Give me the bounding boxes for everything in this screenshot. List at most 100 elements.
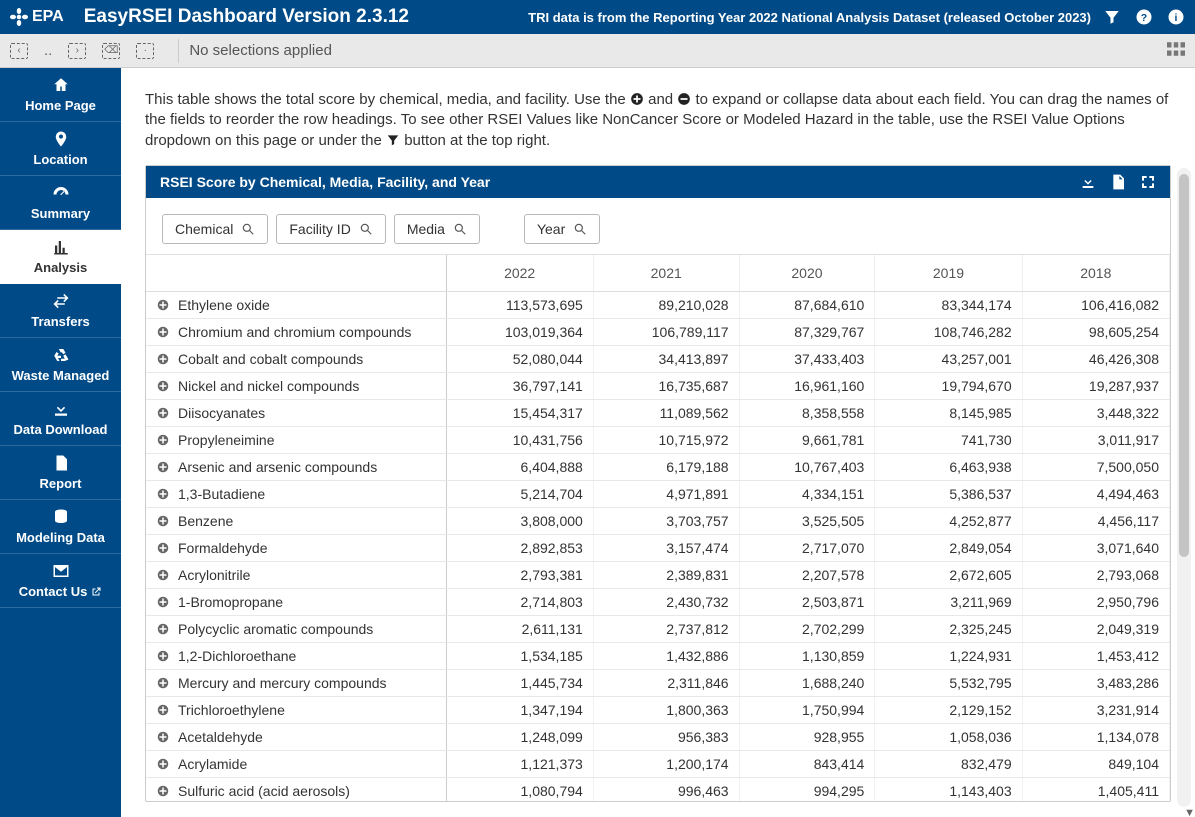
year-header[interactable]: 2022	[446, 255, 593, 292]
expand-icon[interactable]	[156, 730, 170, 744]
year-header[interactable]: 2020	[739, 255, 875, 292]
export-icon[interactable]	[1110, 174, 1126, 190]
minus-circle-icon	[677, 92, 691, 106]
dim-button-media[interactable]: Media	[394, 214, 480, 244]
ellipsis-icon[interactable]: ..	[44, 42, 52, 59]
expand-icon[interactable]	[156, 433, 170, 447]
help-icon[interactable]: ?	[1135, 8, 1153, 26]
value-cell: 1,445,734	[446, 669, 593, 696]
year-header[interactable]: 2019	[875, 255, 1022, 292]
expand-icon[interactable]	[156, 757, 170, 771]
sidebar-item-report[interactable]: Report	[0, 446, 121, 500]
chemical-cell[interactable]: Nickel and nickel compounds	[146, 372, 446, 399]
chemical-cell[interactable]: Acetaldehyde	[146, 723, 446, 750]
chemical-name: Cobalt and cobalt compounds	[178, 351, 363, 367]
sidebar-item-waste[interactable]: Waste Managed	[0, 338, 121, 392]
expand-icon[interactable]	[156, 784, 170, 798]
chemical-cell[interactable]: 1-Bromopropane	[146, 588, 446, 615]
expand-icon[interactable]	[156, 514, 170, 528]
step-forward-icon[interactable]: ›	[68, 43, 86, 59]
sidebar-item-modeling[interactable]: Modeling Data	[0, 500, 121, 554]
sidebar-item-label: Analysis	[34, 260, 87, 275]
value-cell: 4,971,891	[593, 480, 739, 507]
value-cell: 3,011,917	[1022, 426, 1169, 453]
chemical-cell[interactable]: Diisocyanates	[146, 399, 446, 426]
value-cell: 19,794,670	[875, 372, 1022, 399]
layout-grid-icon[interactable]	[1167, 42, 1185, 60]
chemical-cell[interactable]: Benzene	[146, 507, 446, 534]
chemical-cell[interactable]: Sulfuric acid (acid aerosols)	[146, 777, 446, 801]
pivot-panel: RSEI Score by Chemical, Media, Facility,…	[145, 165, 1171, 802]
expand-icon[interactable]	[156, 406, 170, 420]
scrollbar-thumb[interactable]	[1179, 174, 1189, 557]
value-cell: 2,793,381	[446, 561, 593, 588]
table-row: 1,3-Butadiene5,214,7044,971,8914,334,151…	[146, 480, 1170, 507]
dim-button-chemical[interactable]: Chemical	[162, 214, 268, 244]
table-row: Sulfuric acid (acid aerosols)1,080,79499…	[146, 777, 1170, 801]
chemical-cell[interactable]: Chromium and chromium compounds	[146, 318, 446, 345]
expand-icon[interactable]	[156, 460, 170, 474]
clear-all-icon[interactable]: ⌫	[102, 43, 120, 59]
expand-icon[interactable]	[156, 541, 170, 555]
sidebar-item-analysis[interactable]: Analysis	[0, 230, 121, 284]
dim-button-year[interactable]: Year	[524, 214, 600, 244]
sidebar-item-contact[interactable]: Contact Us	[0, 554, 121, 608]
year-header[interactable]: 2018	[1022, 255, 1169, 292]
table-row: 1-Bromopropane2,714,8032,430,7322,503,87…	[146, 588, 1170, 615]
sidebar-item-transfers[interactable]: Transfers	[0, 284, 121, 338]
expand-icon[interactable]	[156, 379, 170, 393]
chemical-name: Acrylonitrile	[178, 567, 250, 583]
chemical-cell[interactable]: 1,2-Dichloroethane	[146, 642, 446, 669]
chemical-cell[interactable]: Arsenic and arsenic compounds	[146, 453, 446, 480]
value-cell: 2,611,131	[446, 615, 593, 642]
gauge-icon	[52, 184, 70, 202]
scrollbar-vertical[interactable]	[1177, 168, 1191, 807]
chemical-cell[interactable]: Trichloroethylene	[146, 696, 446, 723]
expand-icon[interactable]	[156, 568, 170, 582]
dim-button-facility-id[interactable]: Facility ID	[276, 214, 385, 244]
value-cell: 15,454,317	[446, 399, 593, 426]
expand-icon[interactable]	[156, 676, 170, 690]
clear-one-icon[interactable]: ·	[136, 43, 154, 59]
expand-icon[interactable]	[156, 298, 170, 312]
sidebar-item-label: Home Page	[25, 98, 96, 113]
chemical-cell[interactable]: Polycyclic aromatic compounds	[146, 615, 446, 642]
value-cell: 2,129,152	[875, 696, 1022, 723]
sidebar-item-home[interactable]: Home Page	[0, 68, 121, 122]
step-back-icon[interactable]: ‹	[10, 43, 28, 59]
filter-icon[interactable]	[1103, 8, 1121, 26]
info-icon[interactable]: i	[1167, 8, 1185, 26]
table-row: Propyleneimine10,431,75610,715,9729,661,…	[146, 426, 1170, 453]
expand-icon[interactable]	[156, 325, 170, 339]
year-header[interactable]: 2021	[593, 255, 739, 292]
expand-icon[interactable]	[156, 649, 170, 663]
sidebar-item-download[interactable]: Data Download	[0, 392, 121, 446]
dim-label: Chemical	[175, 221, 233, 237]
fullscreen-icon[interactable]	[1140, 174, 1156, 190]
chemical-cell[interactable]: Mercury and mercury compounds	[146, 669, 446, 696]
expand-icon[interactable]	[156, 622, 170, 636]
value-cell: 87,684,610	[739, 291, 875, 318]
chemical-cell[interactable]: Propyleneimine	[146, 426, 446, 453]
chemical-cell[interactable]: Ethylene oxide	[146, 291, 446, 318]
expand-icon[interactable]	[156, 703, 170, 717]
expand-icon[interactable]	[156, 595, 170, 609]
scrollbar-down-arrow[interactable]: ▼	[1184, 807, 1195, 817]
value-cell: 2,325,245	[875, 615, 1022, 642]
value-cell: 994,295	[739, 777, 875, 801]
chemical-cell[interactable]: 1,3-Butadiene	[146, 480, 446, 507]
sidebar-item-location[interactable]: Location	[0, 122, 121, 176]
value-cell: 6,463,938	[875, 453, 1022, 480]
expand-icon[interactable]	[156, 352, 170, 366]
chemical-cell[interactable]: Acrylonitrile	[146, 561, 446, 588]
chemical-cell[interactable]: Acrylamide	[146, 750, 446, 777]
sidebar-item-summary[interactable]: Summary	[0, 176, 121, 230]
chemical-cell[interactable]: Cobalt and cobalt compounds	[146, 345, 446, 372]
dim-label: Year	[537, 221, 565, 237]
download-icon[interactable]	[1080, 174, 1096, 190]
pivot-table-scroll[interactable]: 20222021202020192018 Ethylene oxide113,5…	[146, 254, 1170, 801]
sidebar-item-label: Location	[33, 152, 87, 167]
chemical-name: 1-Bromopropane	[178, 594, 283, 610]
expand-icon[interactable]	[156, 487, 170, 501]
chemical-cell[interactable]: Formaldehyde	[146, 534, 446, 561]
